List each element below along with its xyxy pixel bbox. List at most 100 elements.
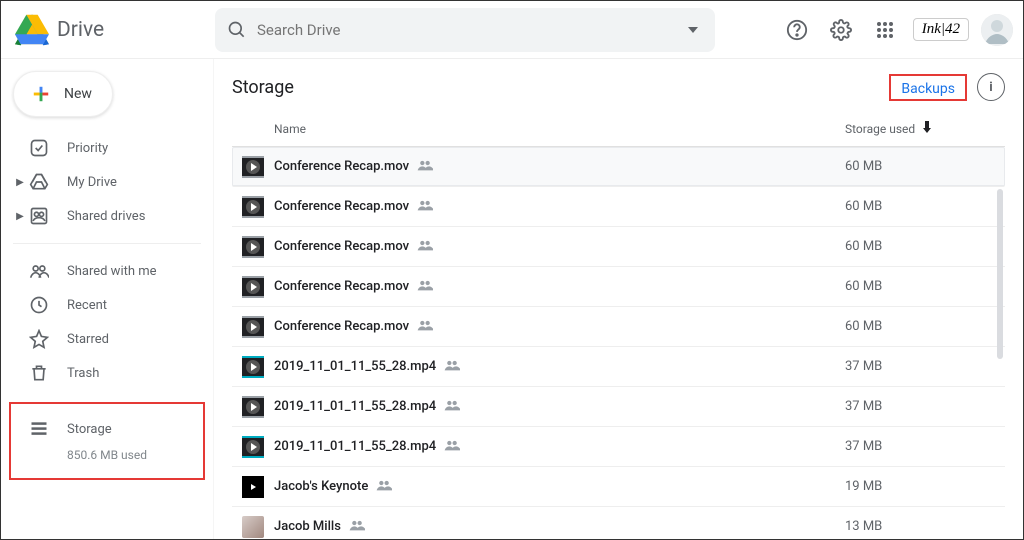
sidebar: New Priority ▶ My Drive ▶ Shared drives xyxy=(1,59,213,539)
sidebar-item-priority[interactable]: Priority xyxy=(1,131,213,165)
file-size: 60 MB xyxy=(845,239,1005,254)
priority-icon xyxy=(27,136,51,160)
table-row[interactable]: Conference Recap.mov60 MB xyxy=(232,227,1005,267)
shared-icon xyxy=(444,437,460,457)
header-right: Ink|42 xyxy=(781,14,1013,46)
sidebar-item-storage-highlight: Storage 850.6 MB used xyxy=(9,402,205,480)
table-row[interactable]: Conference Recap.mov60 MB xyxy=(232,187,1005,227)
shared-icon xyxy=(444,357,460,377)
shared-icon xyxy=(417,157,433,177)
file-name: Conference Recap.mov xyxy=(274,197,845,217)
shared-icon xyxy=(417,317,433,337)
col-size[interactable]: Storage used xyxy=(845,121,1005,136)
file-size: 37 MB xyxy=(845,399,1005,414)
shared-drives-icon xyxy=(27,204,51,228)
shared-icon xyxy=(417,277,433,297)
file-icon xyxy=(232,436,274,458)
shared-icon xyxy=(349,517,365,537)
sidebar-item-label: Shared drives xyxy=(67,209,145,224)
table-row[interactable]: 2019_11_01_11_55_28.mp437 MB xyxy=(232,387,1005,427)
file-icon xyxy=(232,396,274,418)
file-name: 2019_11_01_11_55_28.mp4 xyxy=(274,357,845,377)
avatar[interactable] xyxy=(981,14,1013,46)
file-name: Conference Recap.mov xyxy=(274,237,845,257)
backups-link[interactable]: Backups xyxy=(901,81,955,97)
search-dropdown-icon[interactable] xyxy=(681,18,705,42)
col-name[interactable]: Name xyxy=(274,122,845,136)
table-row[interactable]: 2019_11_01_11_55_28.mp437 MB xyxy=(232,347,1005,387)
file-name: 2019_11_01_11_55_28.mp4 xyxy=(274,437,845,457)
file-size: 13 MB xyxy=(845,519,1005,534)
file-icon xyxy=(232,516,274,538)
plus-icon xyxy=(28,81,54,107)
file-icon xyxy=(232,316,274,338)
shared-icon xyxy=(376,477,392,497)
titlebar: Storage Backups i xyxy=(214,59,1023,111)
search-bar[interactable] xyxy=(215,8,715,52)
table-body: Conference Recap.mov60 MBConference Reca… xyxy=(232,147,1005,539)
storage-used-text: 850.6 MB used xyxy=(27,448,203,462)
sidebar-item-starred[interactable]: Starred xyxy=(1,322,213,356)
sidebar-item-recent[interactable]: Recent xyxy=(1,288,213,322)
sidebar-item-label: Recent xyxy=(67,298,107,313)
divider xyxy=(13,243,201,244)
table-row[interactable]: 2019_11_01_11_55_28.mp437 MB xyxy=(232,427,1005,467)
sidebar-item-storage[interactable]: Storage xyxy=(27,412,203,446)
nav-secondary: Shared with me Recent Starred Trash xyxy=(1,250,213,394)
apps-icon[interactable] xyxy=(869,14,901,46)
table-header: Name Storage used xyxy=(232,111,1005,147)
sidebar-item-label: Starred xyxy=(67,332,109,347)
search-input[interactable] xyxy=(249,21,681,39)
table-row[interactable]: Jacob Mills13 MB xyxy=(232,507,1005,539)
new-button[interactable]: New xyxy=(13,71,113,117)
file-icon xyxy=(232,236,274,258)
file-size: 37 MB xyxy=(845,359,1005,374)
sort-desc-icon xyxy=(921,121,933,136)
file-name: Conference Recap.mov xyxy=(274,317,845,337)
scrollbar[interactable] xyxy=(997,189,1003,359)
page-title: Storage xyxy=(232,77,294,98)
file-size: 60 MB xyxy=(845,279,1005,294)
backups-highlight: Backups xyxy=(889,74,967,101)
caret-right-icon[interactable]: ▶ xyxy=(13,177,27,188)
file-name: Jacob Mills xyxy=(274,517,845,537)
file-icon xyxy=(232,276,274,298)
sidebar-item-label: My Drive xyxy=(67,175,117,190)
file-size: 19 MB xyxy=(845,479,1005,494)
storage-icon xyxy=(27,417,51,441)
trash-icon xyxy=(27,361,51,385)
sidebar-item-shared-with-me[interactable]: Shared with me xyxy=(1,254,213,288)
table-row[interactable]: Conference Recap.mov60 MB xyxy=(232,147,1005,187)
shared-icon xyxy=(417,197,433,217)
sidebar-item-label: Storage xyxy=(67,422,112,437)
settings-icon[interactable] xyxy=(825,14,857,46)
search-icon xyxy=(225,18,249,42)
info-icon[interactable]: i xyxy=(977,73,1005,101)
shared-icon xyxy=(444,397,460,417)
account-badge[interactable]: Ink|42 xyxy=(913,18,969,41)
help-icon[interactable] xyxy=(781,14,813,46)
main: Storage Backups i Name Storage used Conf… xyxy=(213,59,1023,539)
table-row[interactable]: Conference Recap.mov60 MB xyxy=(232,267,1005,307)
drive-logo-icon xyxy=(15,13,49,47)
caret-right-icon[interactable]: ▶ xyxy=(13,211,27,222)
file-size: 60 MB xyxy=(845,199,1005,214)
clock-icon xyxy=(27,293,51,317)
sidebar-item-shared-drives[interactable]: ▶ Shared drives xyxy=(1,199,213,233)
shared-icon xyxy=(417,237,433,257)
sidebar-item-mydrive[interactable]: ▶ My Drive xyxy=(1,165,213,199)
sidebar-item-trash[interactable]: Trash xyxy=(1,356,213,390)
table-row[interactable]: Conference Recap.mov60 MB xyxy=(232,307,1005,347)
file-name: 2019_11_01_11_55_28.mp4 xyxy=(274,397,845,417)
brand[interactable]: Drive xyxy=(15,13,215,47)
file-name: Conference Recap.mov xyxy=(274,157,845,177)
new-button-label: New xyxy=(64,86,92,102)
table-row[interactable]: Jacob's Keynote19 MB xyxy=(232,467,1005,507)
sidebar-item-label: Trash xyxy=(67,366,99,381)
file-size: 60 MB xyxy=(845,319,1005,334)
brand-name: Drive xyxy=(57,18,104,42)
file-table: Name Storage used Conference Recap.mov60… xyxy=(214,111,1023,539)
sidebar-item-label: Shared with me xyxy=(67,264,157,279)
file-size: 60 MB xyxy=(845,159,1005,174)
file-size: 37 MB xyxy=(845,439,1005,454)
